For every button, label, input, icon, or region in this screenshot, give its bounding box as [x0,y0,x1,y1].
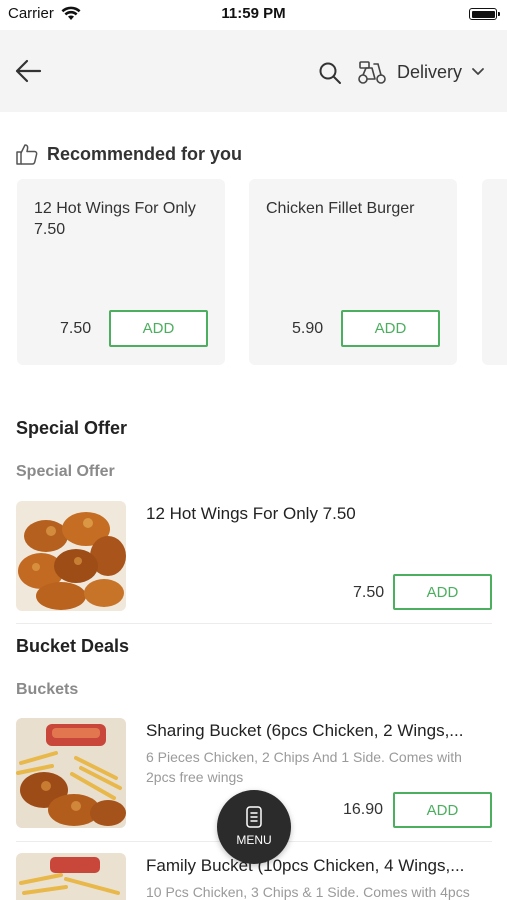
item-name: 12 Hot Wings For Only 7.50 [146,504,356,523]
add-button[interactable]: ADD [393,574,492,610]
clock: 11:59 PM [221,5,286,22]
recommended-item-name: Chicken Fillet Burger [266,200,415,217]
add-button[interactable]: ADD [341,310,440,347]
item-name: Family Bucket (10pcs Chicken, 4 Wings,..… [146,856,465,875]
search-icon[interactable] [318,61,342,85]
item-description: 10 Pcs Chicken, 3 Chips & 1 Side. Comes … [146,884,470,900]
recommended-item-name: 12 Hot Wings For Only 7.50 [34,200,196,238]
hot-wings-image [16,501,126,611]
subsection-title: Buckets [16,681,79,698]
divider [16,623,492,624]
delivery-mode-selector[interactable]: Delivery [357,56,485,88]
top-bar: Delivery [0,30,507,112]
family-bucket-image [16,853,126,900]
delivery-label: Delivery [397,61,463,82]
item-name: Sharing Bucket (6pcs Chicken, 2 Wings,..… [146,721,464,740]
section-title: Special Offer [16,418,128,438]
chevron-down-icon [472,68,484,75]
menu-label: MENU [236,833,272,847]
recommended-item-price: 7.50 [60,320,92,337]
section-title: Bucket Deals [16,636,130,656]
back-arrow-icon[interactable] [14,58,42,84]
recommended-title: Recommended for you [47,143,243,164]
scooter-icon [358,61,386,84]
menu-book-icon [246,806,262,828]
recommended-heading: Recommended for you [15,142,242,166]
item-description: 6 Pieces Chicken, 2 Chips And 1 Side. Co… [146,749,462,785]
item-price: 7.50 [353,584,385,601]
recommended-item-price: 5.90 [292,320,324,337]
status-bar: Carrier 11:59 PM [0,0,507,30]
recommended-card-partial[interactable] [482,179,507,365]
item-price: 16.90 [343,801,384,818]
sharing-bucket-image [16,718,126,828]
battery-icon [469,8,500,20]
subsection-title: Special Offer [16,463,115,480]
thumbs-up-icon [16,144,38,165]
recommended-card[interactable]: Chicken Fillet Burger 5.90 ADD [249,179,457,365]
add-button[interactable]: ADD [393,792,492,828]
recommended-card[interactable]: 12 Hot Wings For Only 7.50 7.50 ADD [17,179,225,365]
menu-button[interactable]: MENU [217,790,291,864]
add-button[interactable]: ADD [109,310,208,347]
